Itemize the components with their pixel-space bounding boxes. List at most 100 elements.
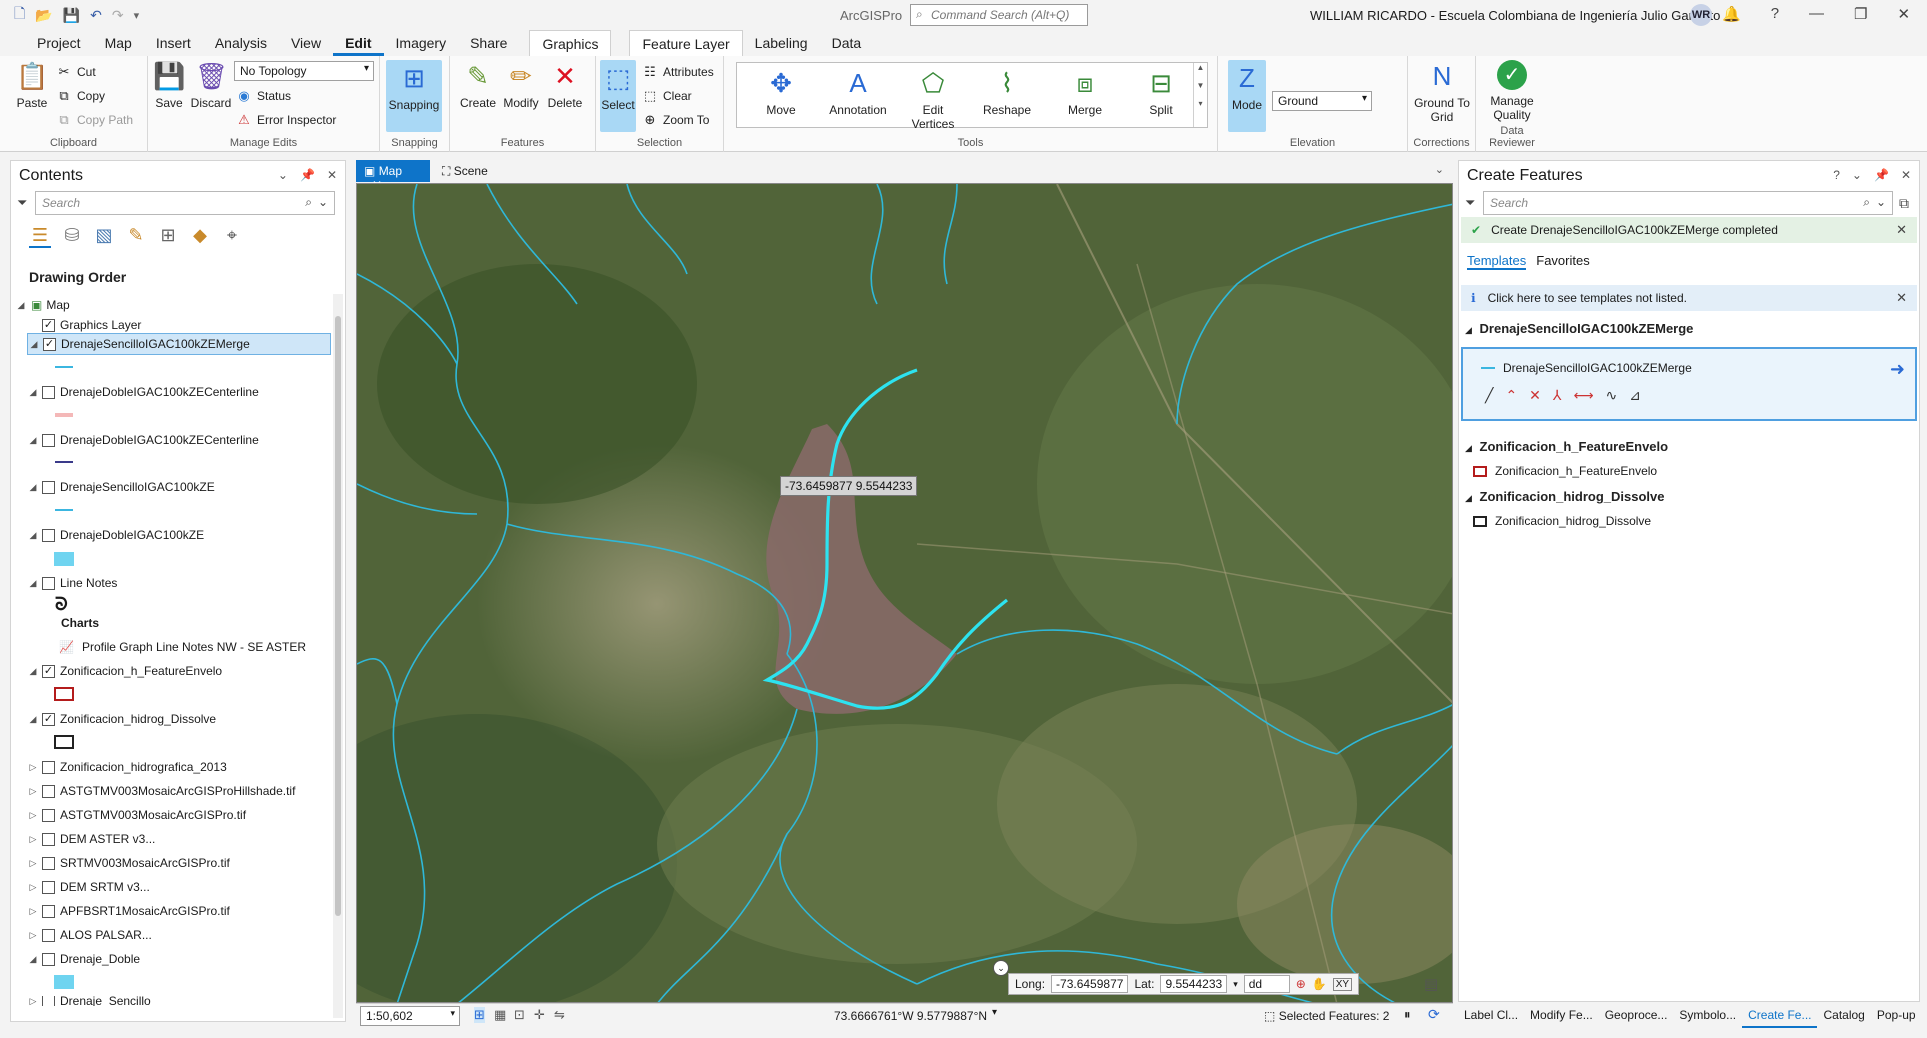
template-card-selected[interactable]: DrenajeSencilloIGAC100kZEMerge ➜ ╱ ⌃ ✕ ⅄… [1461,347,1917,421]
scale-dropdown[interactable]: 1:50,602 ▾ [360,1006,460,1026]
line-symbol[interactable] [55,413,73,417]
close-icon[interactable]: ✕ [1896,222,1907,238]
tab-popup[interactable]: Pop-up [1871,1004,1922,1028]
snapping-button[interactable]: ⊞ Snapping [386,60,442,132]
layer-checkbox[interactable] [42,880,55,894]
pin-icon[interactable]: 📌 [300,168,315,182]
expand-icon[interactable]: ◢ [27,578,39,589]
expand-icon[interactable]: ◢ [27,387,39,398]
contents-scrollbar[interactable] [333,294,343,1018]
chevron-down-icon[interactable]: ▾ [992,1007,997,1018]
tab-map[interactable]: Map [93,30,144,56]
grid-snap-icon[interactable]: ⊞ [474,1007,485,1023]
expand-icon[interactable]: ◢ [27,954,39,965]
cut-button[interactable]: ✂ Cut [56,64,96,80]
layer-row-zonificacion-envelope[interactable]: ◢ ✓ Zonificacion_h_FeatureEnvelo [27,660,223,682]
tab-map-view[interactable]: ▣ Map ✕ [356,160,430,192]
copy-path-button[interactable]: ⧉ Copy Path [56,112,133,128]
delete-button[interactable]: ✕ Delete [544,60,586,110]
layer-checkbox[interactable] [42,808,55,822]
right-angle-line-icon[interactable]: ⌃ [1505,387,1517,404]
modify-button[interactable]: ✏ Modify [500,60,542,110]
undo-icon[interactable]: ↶ [90,7,102,24]
layer-row-apfbsrt1-mosaic[interactable]: ▷ APFBSRT1MosaicArcGISPro.tif [27,900,230,922]
layer-row-dem-srtm[interactable]: ▷ DEM SRTM v3... [27,876,150,898]
status-button[interactable]: ◉ Status [236,88,291,104]
signed-in-user[interactable]: WILLIAM RICARDO - Escuela Colombiana de … [1310,8,1720,23]
select-button[interactable]: ⬚ Select [600,60,636,132]
map-view[interactable] [356,183,1453,1003]
snapping-view-icon[interactable]: ⊞ [157,225,179,248]
coordinate-format-dropdown[interactable]: dd [1243,975,1290,993]
collapse-icon[interactable]: ▷ [27,786,39,797]
map-canvas[interactable] [357,184,1453,1003]
data-source-icon[interactable]: ⛁ [61,225,83,248]
tab-create-features[interactable]: Create Fe... [1742,1004,1818,1028]
line-notes-symbol[interactable]: ᘐ [55,594,68,615]
avatar[interactable]: WR [1690,4,1712,26]
template-item[interactable]: DrenajeSencilloIGAC100kZEMerge [1481,361,1692,375]
expand-icon[interactable]: ◢ [27,435,39,446]
chevron-down-icon[interactable]: ⌄ [318,195,328,209]
polygon-symbol[interactable] [54,735,74,749]
layer-checkbox[interactable] [42,576,55,590]
close-icon[interactable]: ✕ [1901,168,1911,182]
midpoint-tool-icon[interactable]: ⅄ [1553,387,1562,404]
manage-templates-icon[interactable]: ⧉ [1899,195,1909,212]
tab-insert[interactable]: Insert [144,30,203,56]
collapse-icon[interactable]: ▷ [27,930,39,941]
labeling-view-icon[interactable]: ◆ [189,225,211,248]
move-tool[interactable]: ✥ Move [751,67,811,117]
layer-row-srtm-mosaic[interactable]: ▷ SRTMV003MosaicArcGISPro.tif [27,852,230,874]
line-symbol[interactable] [55,509,73,511]
layer-row-drenaje-sencillo[interactable]: ◢ DrenajeSencilloIGAC100kZE [27,476,215,498]
layer-checkbox[interactable] [42,528,55,542]
layer-checkbox[interactable] [42,856,55,870]
pause-icon[interactable]: ⏸ [1404,1007,1411,1023]
expand-icon[interactable]: ◢ [27,714,39,725]
pan-hand-icon[interactable]: ✋ [1312,977,1327,991]
grid-layout-icon[interactable]: ⊡ [514,1007,525,1023]
tab-scene-view[interactable]: ⛶ Scene [434,160,496,182]
close-icon[interactable]: ✕ [327,168,337,182]
expand-icon[interactable]: ◢ [27,666,39,677]
layer-row-map[interactable]: ◢ ▣ Map [15,294,70,316]
layer-row-drenaje-sencillo-merge[interactable]: ◢ ✓ DrenajeSencilloIGAC100kZEMerge [27,333,331,355]
table-grid-icon[interactable]: ▦ [494,1007,506,1023]
mode-button[interactable]: Z Mode [1228,60,1266,132]
tab-edit[interactable]: Edit [333,30,384,56]
expand-icon[interactable]: ◢ [28,339,40,350]
layer-checkbox[interactable]: ✓ [43,337,56,351]
template-item[interactable]: Zonificacion_h_FeatureEnvelo [1473,464,1657,478]
tab-view[interactable]: View [279,30,333,56]
close-icon[interactable]: ✕ [1897,5,1910,23]
open-project-icon[interactable]: 📂 [35,7,52,24]
collapse-icon[interactable]: ▷ [27,996,39,1006]
drawing-order-icon[interactable]: ☰ [29,225,51,248]
line-tool-icon[interactable]: ╱ [1485,387,1493,404]
tab-favorites[interactable]: Favorites [1536,253,1589,270]
tab-project[interactable]: Project [25,30,93,56]
trace-tool-icon[interactable]: ✕ [1529,387,1541,404]
paste-button[interactable]: 📋 Paste [12,60,52,110]
collapse-icon[interactable]: ▷ [27,834,39,845]
layer-row-aster-mosaic[interactable]: ▷ ASTGTMV003MosaicArcGISPro.tif [27,804,247,826]
layer-row-drenaje-doble-centerline-2[interactable]: ◢ DrenajeDobleIGAC100kZECenterline [27,429,259,451]
ground-to-grid-button[interactable]: N Ground To Grid [1412,60,1472,124]
layer-row-drenaje-sencillo-lower[interactable]: ▷ Drenaje_Sencillo [27,996,151,1006]
command-search[interactable]: ⌕ Command Search (Alt+Q) [910,4,1088,26]
notification-bell-icon[interactable]: 🔔 [1722,5,1741,23]
template-item[interactable]: Zonificacion_hidrog_Dissolve [1473,514,1651,528]
expand-icon[interactable]: ◢ [15,300,27,311]
tab-modify-features[interactable]: Modify Fe... [1524,1004,1599,1028]
tab-analysis[interactable]: Analysis [203,30,279,56]
refresh-icon[interactable]: ⟳ [1428,1006,1440,1023]
info-banner[interactable]: ℹ Click here to see templates not listed… [1461,285,1917,311]
redo-icon[interactable]: ↷ [112,7,124,24]
tab-feature-layer[interactable]: Feature Layer [629,30,743,56]
layer-row-aster-hillshade[interactable]: ▷ ASTGTMV003MosaicArcGISProHillshade.tif [27,780,296,802]
layer-row-drenaje-doble-centerline-1[interactable]: ◢ DrenajeDobleIGAC100kZECenterline [27,381,259,403]
layer-checkbox[interactable] [42,385,55,399]
layer-row-alos-palsar[interactable]: ▷ ALOS PALSAR... [27,924,152,946]
polygon-symbol[interactable] [54,975,74,989]
